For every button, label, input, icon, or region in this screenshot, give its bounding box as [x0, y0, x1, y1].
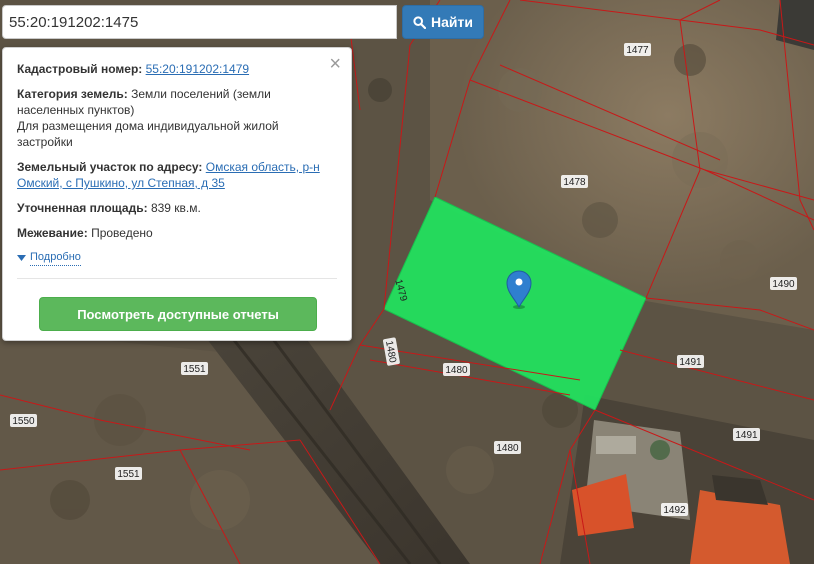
search-button[interactable]: Найти — [402, 5, 484, 39]
survey-row: Межевание: Проведено — [17, 225, 337, 241]
parcel-label: 1551 — [181, 362, 208, 375]
svg-text:1480: 1480 — [445, 365, 468, 376]
cadastral-number-link[interactable]: 55:20:191202:1479 — [146, 62, 249, 76]
area-label: Уточненная площадь: — [17, 201, 148, 215]
parcel-label: 1491 — [677, 355, 704, 368]
svg-text:1492: 1492 — [663, 505, 686, 516]
details-toggle[interactable]: Подробно — [17, 249, 337, 266]
parcel-label: 1480 — [494, 441, 521, 454]
svg-text:1550: 1550 — [12, 416, 35, 427]
search-icon — [413, 15, 427, 29]
survey-label: Межевание: — [17, 226, 88, 240]
parcel-label: 1491 — [733, 428, 760, 441]
address-label: Земельный участок по адресу: — [17, 160, 203, 174]
cadastral-number-row: Кадастровый номер: 55:20:191202:1479 — [17, 61, 337, 77]
survey-value: Проведено — [91, 226, 153, 240]
svg-text:1551: 1551 — [183, 364, 206, 375]
close-icon[interactable]: × — [329, 54, 341, 74]
cadastral-number-label: Кадастровый номер: — [17, 62, 143, 76]
popup-divider — [17, 278, 337, 279]
land-category-label: Категория земель: — [17, 87, 128, 101]
area-value: 839 кв.м. — [150, 201, 201, 215]
land-purpose-value: Для размещения дома индивидуальной жилой… — [17, 119, 279, 149]
svg-text:1490: 1490 — [772, 279, 795, 290]
search-button-label: Найти — [431, 14, 473, 30]
parcel-label: 1490 — [770, 277, 797, 290]
parcel-label: 1492 — [661, 503, 688, 516]
parcel-label: 1551 — [115, 467, 142, 480]
parcel-label: 1478 — [561, 175, 588, 188]
svg-text:1551: 1551 — [117, 469, 140, 480]
svg-text:1477: 1477 — [626, 45, 649, 56]
svg-text:1480: 1480 — [496, 443, 519, 454]
area-row: Уточненная площадь: 839 кв.м. — [17, 200, 337, 216]
land-category-row: Категория земель: Земли поселений (земли… — [17, 86, 337, 150]
search-input[interactable] — [2, 5, 397, 39]
svg-text:1478: 1478 — [563, 177, 586, 188]
svg-text:1491: 1491 — [735, 430, 758, 441]
view-reports-button[interactable]: Посмотреть доступные отчеты — [39, 297, 317, 331]
address-row: Земельный участок по адресу: Омская обла… — [17, 159, 337, 191]
parcel-label: 1480 — [443, 363, 470, 376]
parcel-label: 1477 — [624, 43, 651, 56]
parcel-info-popup: × Кадастровый номер: 55:20:191202:1479 К… — [2, 47, 352, 341]
details-toggle-label: Подробно — [30, 249, 81, 266]
svg-text:1491: 1491 — [679, 357, 702, 368]
parcel-label: 1550 — [10, 414, 37, 427]
caret-down-icon — [17, 254, 26, 261]
